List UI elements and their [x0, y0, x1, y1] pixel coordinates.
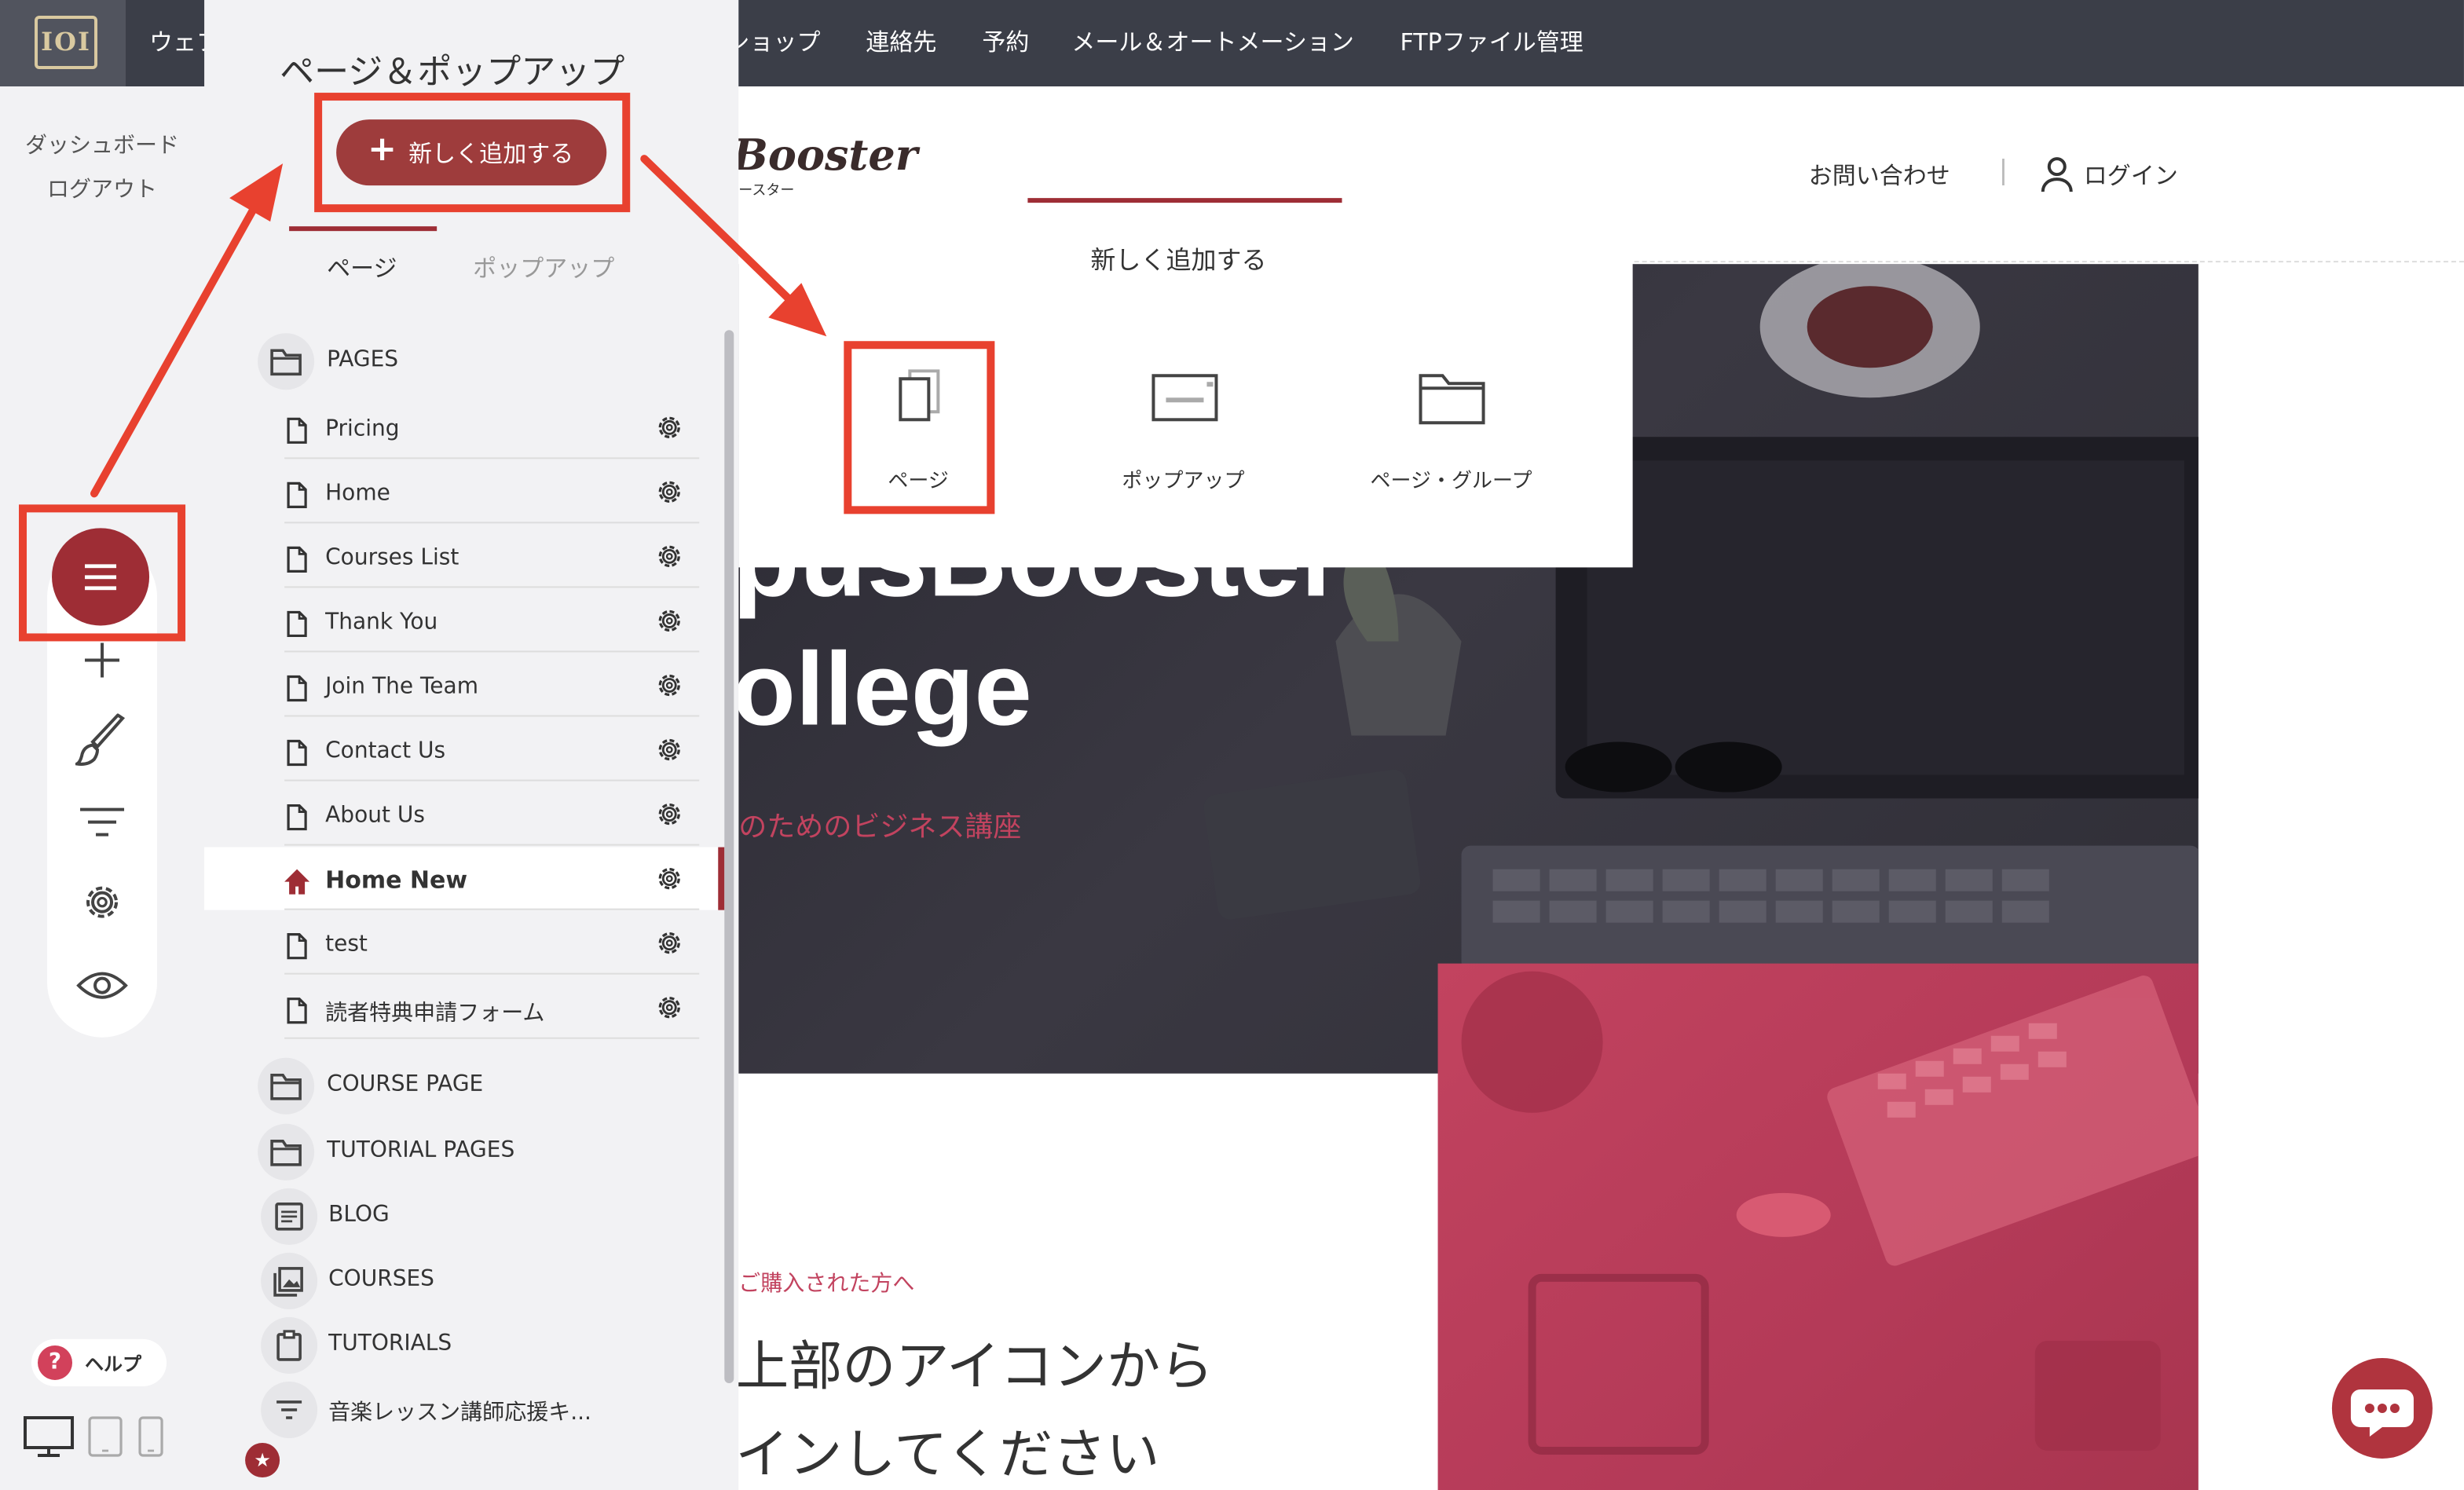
row-separator — [284, 1037, 700, 1039]
page-icon — [287, 546, 307, 573]
page-settings-gear-icon[interactable] — [655, 478, 683, 506]
row-separator — [284, 972, 700, 975]
row-separator — [284, 457, 700, 459]
row-separator — [284, 586, 700, 588]
page-row-label[interactable]: Pricing — [325, 416, 399, 441]
page-settings-gear-icon[interactable] — [655, 671, 683, 699]
page-row-label[interactable]: Thank You — [325, 610, 438, 635]
row-separator — [284, 522, 700, 524]
page-settings-gear-icon[interactable] — [655, 606, 683, 635]
page-row-label[interactable]: Contact Us — [325, 739, 445, 764]
arrow-menu-to-add-button — [90, 163, 284, 498]
page-settings-gear-icon[interactable] — [655, 994, 683, 1022]
row-separator — [284, 779, 700, 782]
page-icon — [287, 481, 307, 508]
page-icon — [287, 933, 307, 960]
row-separator — [284, 715, 700, 717]
arrow-add-button-to-page-option — [640, 155, 827, 337]
row-separator — [284, 844, 700, 846]
page-settings-gear-icon[interactable] — [655, 865, 683, 893]
page-icon — [287, 739, 307, 767]
page-row-label[interactable]: Courses List — [325, 545, 459, 570]
page-settings-gear-icon[interactable] — [655, 800, 683, 829]
page-row-label[interactable]: test — [325, 932, 368, 957]
page-settings-gear-icon[interactable] — [655, 929, 683, 957]
page-icon — [287, 417, 307, 444]
row-separator — [284, 650, 700, 653]
page-icon — [287, 610, 307, 638]
page-row-label[interactable]: 読者特典申請フォーム — [325, 997, 544, 1028]
page-row-label[interactable]: Join The Team — [325, 674, 478, 699]
page-icon — [287, 675, 307, 702]
page-icon — [287, 804, 307, 831]
page-icon — [287, 998, 307, 1024]
page-row-label[interactable]: Home New — [325, 866, 467, 895]
page-row-label[interactable]: Home — [325, 481, 390, 506]
home-icon — [284, 869, 310, 895]
row-separator — [284, 908, 700, 910]
page-settings-gear-icon[interactable] — [655, 736, 683, 764]
page-row-label[interactable]: About Us — [325, 804, 425, 829]
page-settings-gear-icon[interactable] — [655, 413, 683, 441]
page-settings-gear-icon[interactable] — [655, 542, 683, 570]
